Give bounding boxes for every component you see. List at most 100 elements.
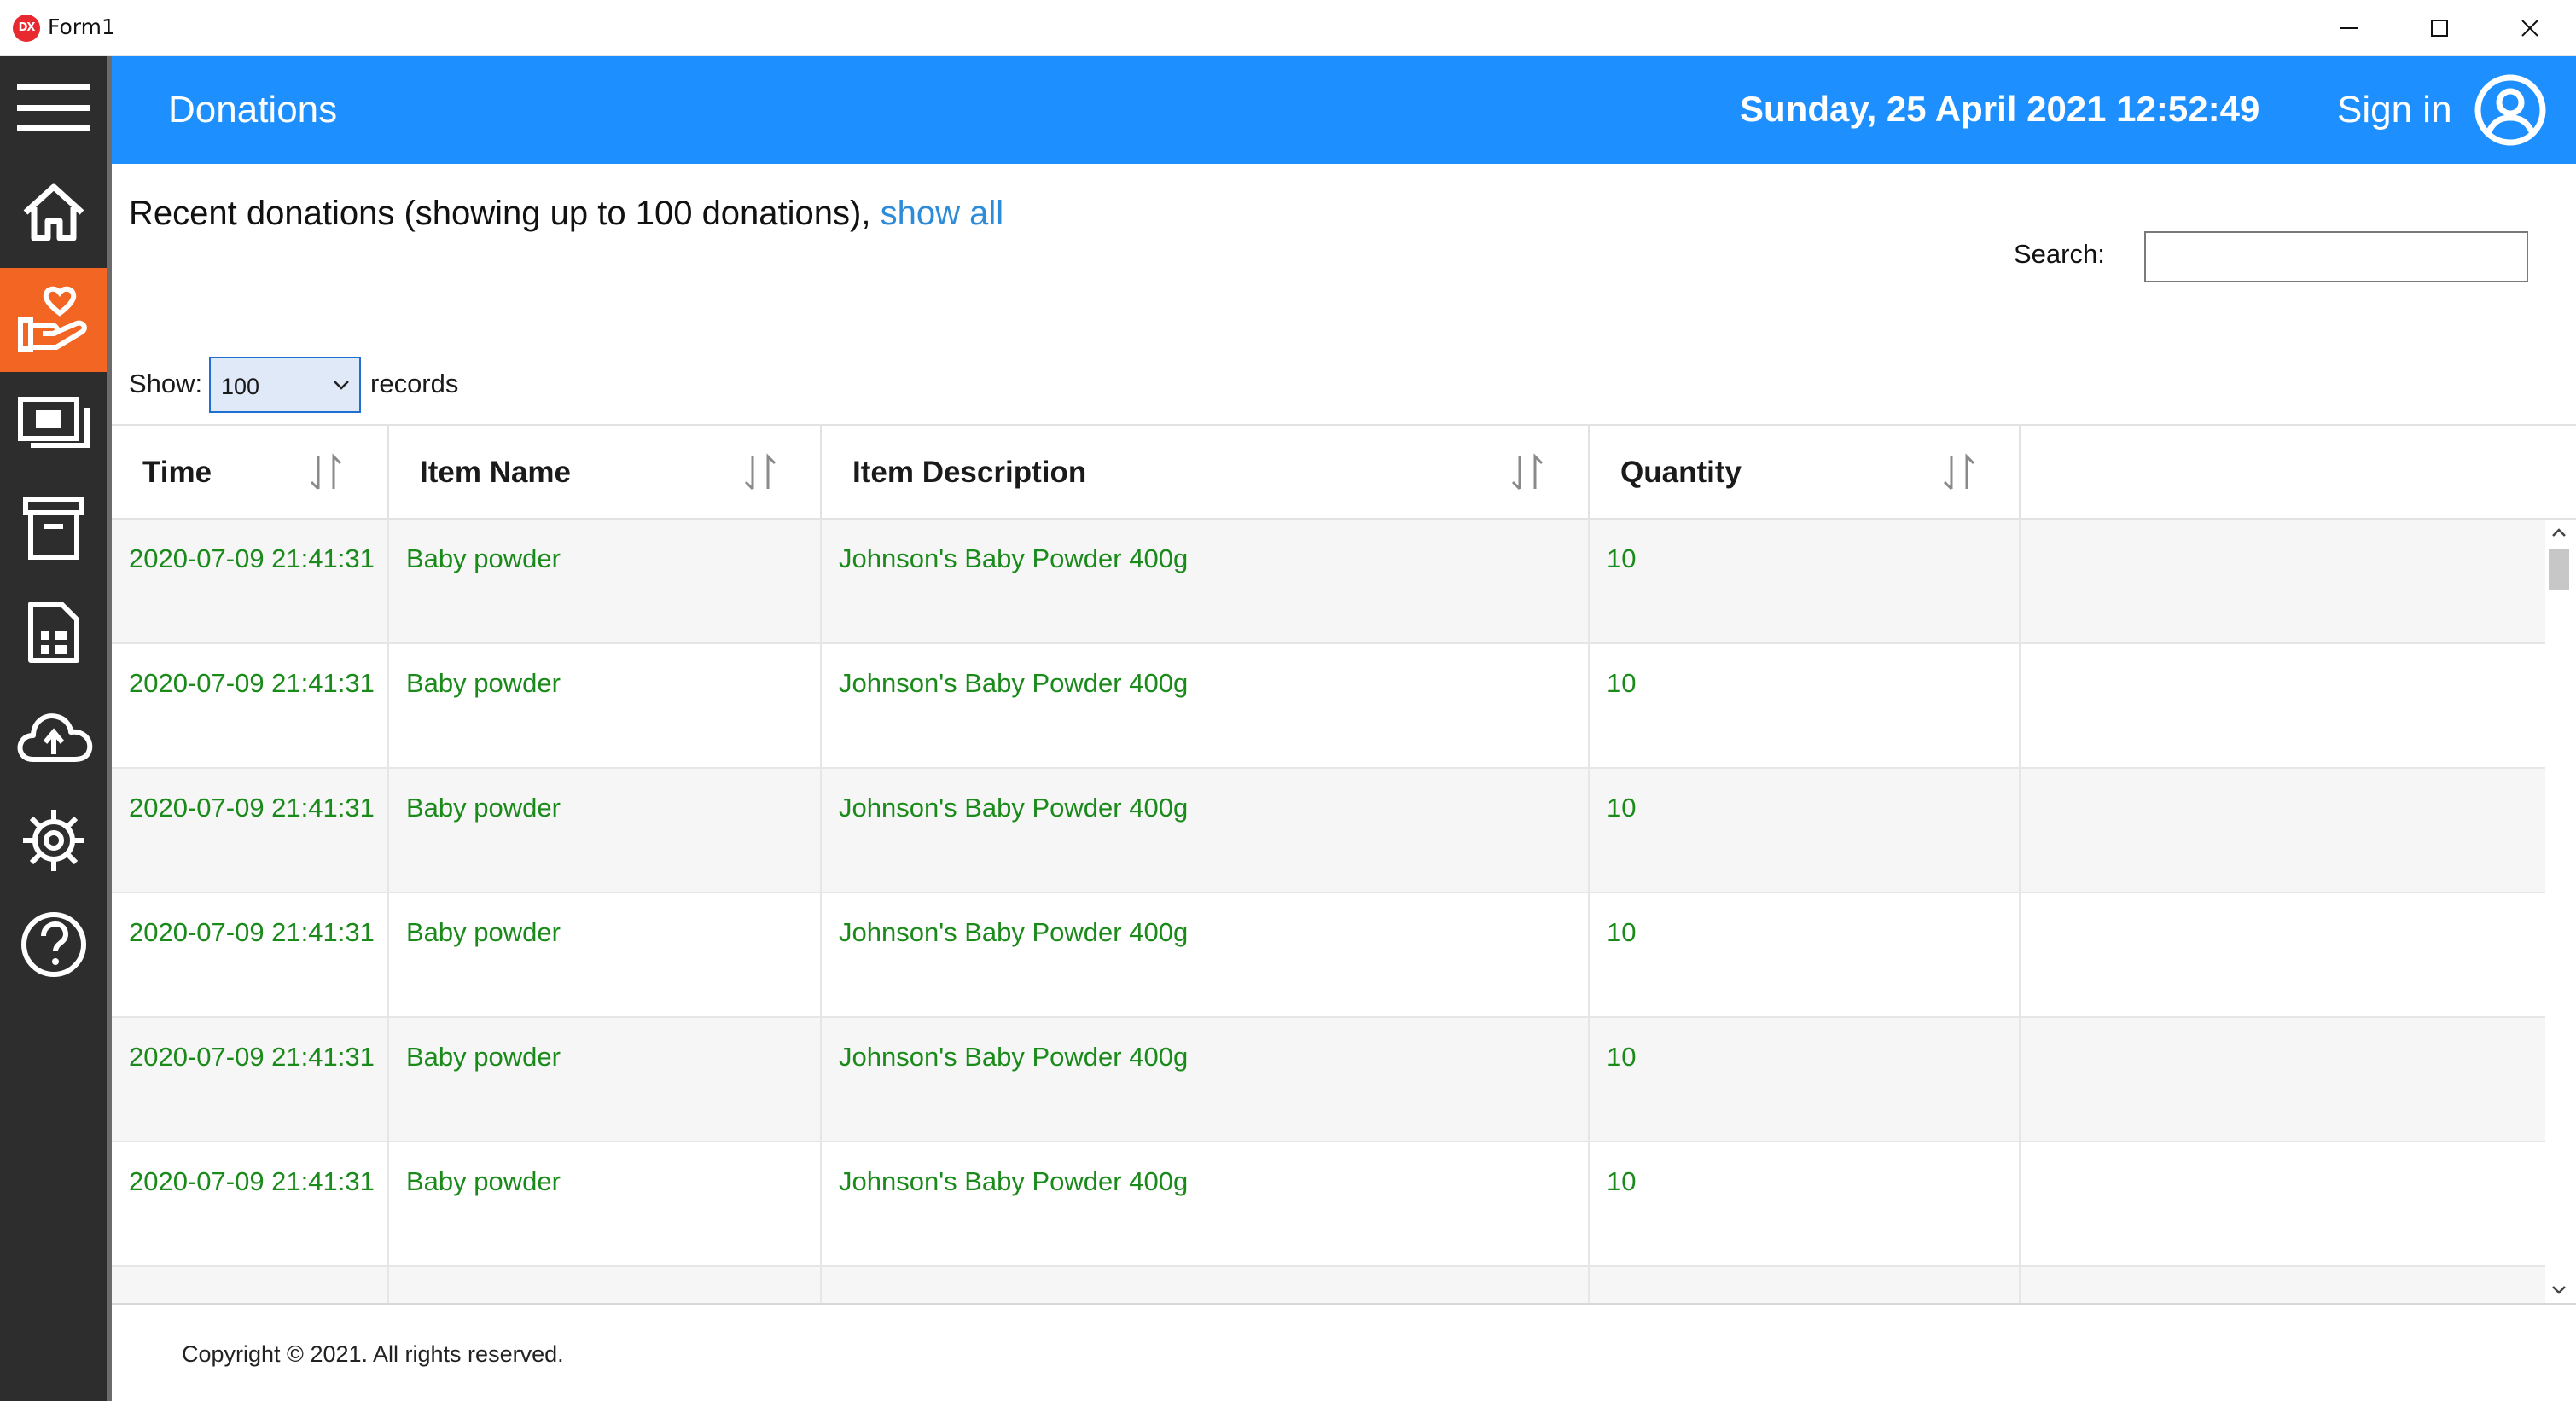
cell-time-text: 2020-07-09 21:41:31 — [129, 544, 375, 573]
cell-item-name-text: Baby powder — [406, 544, 561, 573]
sign-in-link[interactable]: Sign in — [2337, 89, 2452, 131]
cell-time: 2020-07-09 21:41:31 — [112, 644, 389, 769]
cloud-upload-icon — [17, 713, 92, 762]
cell-item-description-text: Johnson's Baby Powder 400g — [839, 1166, 1189, 1196]
cell-item-name-text: Baby powder — [406, 793, 561, 823]
sidebar-item-money[interactable] — [0, 372, 107, 476]
donation-hand-heart-icon — [17, 286, 87, 352]
recent-donations-text: Recent donations (showing up to 100 dona… — [129, 195, 871, 232]
records-per-page-select[interactable]: 100 — [209, 357, 361, 413]
column-header-time[interactable]: Time — [112, 426, 389, 520]
cell-item-name-text: Baby powder — [406, 917, 561, 947]
cell-time-text: 2020-07-09 21:41:31 — [129, 668, 375, 698]
chevron-down-icon — [334, 381, 349, 390]
sidebar-item-settings[interactable] — [0, 788, 107, 892]
sort-icon — [310, 453, 342, 491]
cell-item-name: Baby powder — [389, 520, 822, 644]
cell-item-description: Johnson's Baby Powder 400g — [822, 893, 1590, 1018]
column-header-label: Quantity — [1620, 456, 1742, 489]
cell-quantity: 10 — [1590, 1018, 2021, 1142]
home-icon — [23, 183, 84, 241]
cell-time: 2020-07-09 21:41:31 — [112, 1142, 389, 1267]
cell-item-description: Johnson's Baby Powder 400g — [822, 1018, 1590, 1142]
cell-item-name-text: Baby powder — [406, 1166, 561, 1196]
search-label: Search: — [2014, 239, 2105, 269]
cell-time-text: 2020-07-09 21:41:31 — [129, 1166, 375, 1196]
table-row[interactable]: 2020-07-09 21:41:31 Baby powder Johnson'… — [112, 1142, 2549, 1267]
table-row[interactable]: 2020-07-09 21:41:31 Baby powder Johnson'… — [112, 520, 2549, 644]
help-icon — [20, 912, 86, 977]
cell-item-name-text: Baby powder — [406, 668, 561, 698]
cell-quantity: 10 — [1590, 644, 2021, 769]
maximize-button[interactable] — [2394, 0, 2485, 56]
cell-time-text: 2020-07-09 21:41:31 — [129, 917, 375, 947]
menu-icon — [16, 84, 90, 131]
chevron-down-icon — [2552, 1286, 2566, 1294]
records-label: records — [370, 369, 459, 398]
page-footer: Copyright © 2021. All rights reserved. — [112, 1303, 2576, 1401]
cell-item-description-text: Johnson's Baby Powder 400g — [839, 1042, 1189, 1072]
copyright-text: Copyright © 2021. All rights reserved. — [182, 1341, 564, 1367]
cell-item-name: Baby powder — [389, 893, 822, 1018]
table-row[interactable]: 2020-07-09 21:41:31 Baby powder Johnson'… — [112, 893, 2549, 1018]
table-scrollbar[interactable] — [2545, 520, 2573, 1303]
sidebar-item-archive[interactable] — [0, 476, 107, 580]
cell-item-description-text: Johnson's Baby Powder 400g — [839, 917, 1189, 947]
column-header-item-name[interactable]: Item Name — [389, 426, 822, 520]
table-row[interactable]: 2020-07-09 21:41:31 Baby powder Johnson'… — [112, 644, 2549, 769]
cell-quantity-text: 10 — [1607, 544, 1637, 573]
maximize-icon — [2431, 20, 2448, 37]
show-all-link[interactable]: show all — [881, 195, 1004, 232]
cell-quantity: 10 — [1590, 520, 2021, 644]
table-row[interactable]: 2020-07-09 21:41:31 Baby powder Johnson'… — [112, 1018, 2549, 1142]
sidebar-menu-button[interactable] — [0, 56, 107, 160]
table-row[interactable]: 2020-07-09 21:41:31 Baby powder Johnson'… — [112, 769, 2549, 893]
sidebar-item-reports[interactable] — [0, 580, 107, 684]
cell-item-name — [389, 1267, 822, 1303]
chevron-up-icon — [2552, 528, 2566, 537]
column-header-label: Item Description — [852, 456, 1087, 489]
sidebar-item-home[interactable] — [0, 160, 107, 265]
scrollbar-thumb[interactable] — [2549, 549, 2569, 590]
column-header-label: Item Name — [420, 456, 572, 489]
gear-icon — [22, 810, 84, 871]
window-titlebar: DX Form1 — [0, 0, 2576, 56]
cell-item-name: Baby powder — [389, 1142, 822, 1267]
cell-time: 2020-07-09 21:41:31 — [112, 1018, 389, 1142]
cell-item-description-text: Johnson's Baby Powder 400g — [839, 544, 1189, 573]
cell-item-name: Baby powder — [389, 769, 822, 893]
cell-quantity-text: 10 — [1607, 1166, 1637, 1196]
current-datetime: Sunday, 25 April 2021 12:52:49 — [1740, 89, 2260, 129]
user-avatar-icon[interactable] — [2474, 73, 2547, 147]
column-header-item-description[interactable]: Item Description — [822, 426, 1590, 520]
records-per-page-value: 100 — [221, 374, 260, 399]
sidebar-item-upload[interactable] — [0, 684, 107, 788]
cell-quantity — [1590, 1267, 2021, 1303]
sidebar-item-donations[interactable] — [0, 268, 107, 372]
table-row[interactable] — [112, 1267, 2549, 1303]
cell-quantity: 10 — [1590, 893, 2021, 1018]
scroll-down-button[interactable] — [2545, 1277, 2573, 1303]
cell-time: 2020-07-09 21:41:31 — [112, 893, 389, 1018]
close-button[interactable] — [2485, 0, 2575, 56]
cell-item-description-text: Johnson's Baby Powder 400g — [839, 668, 1189, 698]
minimize-button[interactable] — [2304, 0, 2394, 56]
cell-time: 2020-07-09 21:41:31 — [112, 769, 389, 893]
cell-item-description — [822, 1267, 1590, 1303]
minimize-icon — [2340, 27, 2358, 29]
column-header-quantity[interactable]: Quantity — [1590, 426, 2021, 520]
app-header: Donations Sunday, 25 April 2021 12:52:49… — [112, 56, 2576, 164]
sidebar-item-help[interactable] — [0, 892, 107, 997]
cell-time-text: 2020-07-09 21:41:31 — [129, 793, 375, 823]
cell-item-name: Baby powder — [389, 1018, 822, 1142]
cell-item-description: Johnson's Baby Powder 400g — [822, 769, 1590, 893]
cell-item-name: Baby powder — [389, 644, 822, 769]
cell-time: 2020-07-09 21:41:31 — [112, 520, 389, 644]
search-input[interactable] — [2144, 231, 2528, 282]
cell-quantity-text: 10 — [1607, 793, 1637, 823]
money-icon — [17, 397, 90, 448]
document-icon — [27, 602, 79, 663]
cell-item-description: Johnson's Baby Powder 400g — [822, 520, 1590, 644]
scroll-up-button[interactable] — [2545, 520, 2573, 545]
sidebar — [0, 56, 108, 1401]
